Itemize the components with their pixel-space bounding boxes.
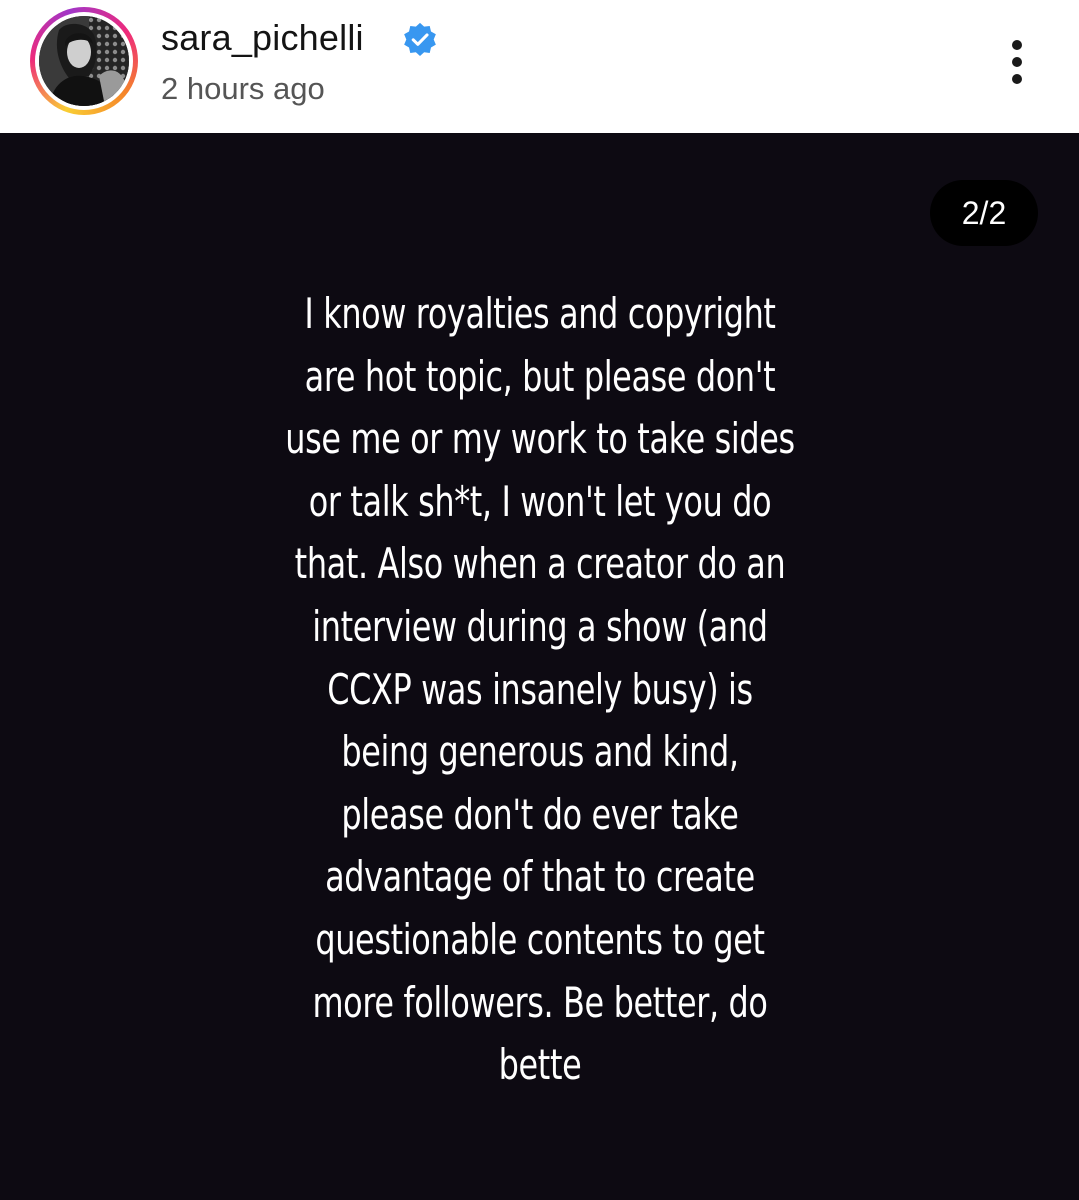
story-text: I know royalties and copyright are hot t… (282, 283, 799, 1097)
story-text-line: advantage of that to create (325, 852, 755, 902)
story-text-line: questionable contents to get (315, 914, 765, 964)
profile-photo (39, 16, 129, 106)
verified-badge-icon (404, 22, 436, 57)
more-options-button[interactable] (996, 36, 1038, 88)
story-text-line: I know royalties and copyright (304, 289, 776, 338)
story-text-line: more followers. Be better, do (312, 977, 768, 1027)
story-text-line: use me or my work to take sides (285, 414, 795, 464)
more-vertical-icon (1012, 40, 1022, 50)
story-page-counter: 2/2 (930, 180, 1038, 246)
story-text-line: that. Also when a creator do an (294, 539, 786, 589)
post-header: sara_pichelli 2 hours ago (0, 0, 1079, 133)
username[interactable]: sara_pichelli (161, 16, 364, 60)
post-timestamp: 2 hours ago (161, 71, 325, 106)
story-ring[interactable] (30, 7, 138, 115)
story-text-line: are hot topic, but please don't (304, 351, 776, 401)
story-text-line: bette (498, 1040, 582, 1090)
story-text-line: being generous and kind, (341, 727, 739, 777)
story-text-line: interview during a show (and (312, 601, 768, 651)
avatar[interactable] (39, 16, 129, 106)
story-text-line: CCXP was insanely busy) is (327, 664, 753, 714)
story-text-line: please don't do ever take (341, 789, 739, 839)
story-text-line: or talk sh*t, I won't let you do (308, 476, 772, 526)
